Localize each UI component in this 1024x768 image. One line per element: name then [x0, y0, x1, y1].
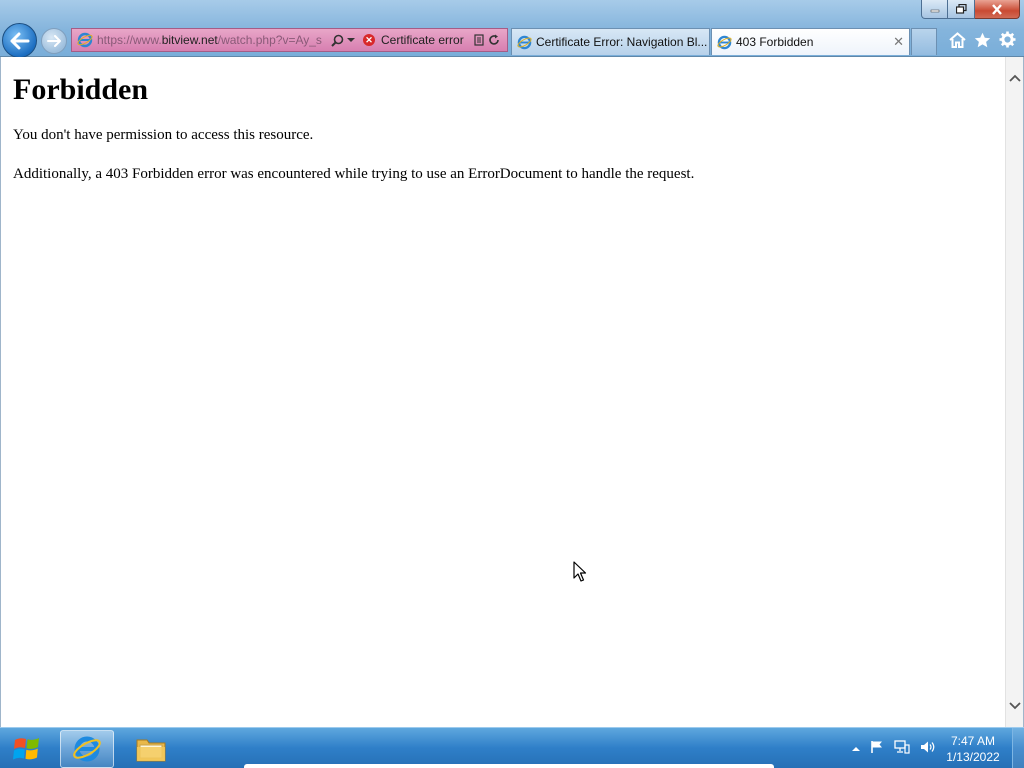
taskbar-file-explorer[interactable] [124, 730, 178, 768]
ie-page-icon [77, 32, 93, 48]
folder-icon [136, 739, 166, 762]
tab-label: Certificate Error: Navigation Bl... [536, 35, 708, 49]
address-url[interactable]: https://www.bitview.net/watch.php?v=Ay_s [97, 33, 327, 47]
address-actions [331, 34, 355, 47]
minimize-icon [930, 9, 939, 13]
system-clock[interactable]: 7:47 AM 1/13/2022 [942, 733, 1004, 765]
scroll-down-icon[interactable] [1009, 699, 1021, 711]
tools-button[interactable] [999, 31, 1016, 48]
taskbar-thumbnail-edge [244, 764, 774, 768]
url-domain: bitview.net [161, 33, 218, 47]
notification-area [852, 740, 936, 757]
home-button[interactable] [949, 31, 966, 48]
windows-logo-icon [13, 738, 39, 760]
new-tab-button[interactable] [911, 28, 937, 55]
action-center-button[interactable] [870, 740, 884, 757]
taskbar-internet-explorer[interactable] [60, 730, 114, 768]
address-tools [474, 34, 500, 46]
chevron-up-icon [852, 747, 860, 751]
tab-403-forbidden[interactable]: 403 Forbidden ✕ [711, 28, 910, 55]
show-hidden-icons-button[interactable] [852, 742, 860, 755]
url-prefix: https://www. [97, 33, 162, 47]
forward-button[interactable] [41, 28, 67, 54]
volume-button[interactable] [920, 740, 936, 757]
star-icon [974, 32, 991, 47]
network-button[interactable] [894, 740, 910, 757]
start-button[interactable] [4, 730, 50, 768]
command-icons [949, 31, 1016, 48]
flag-icon [871, 741, 882, 753]
certificate-error-button[interactable]: ✕ Certificate error [363, 33, 464, 47]
chevron-down-icon[interactable] [347, 37, 355, 43]
refresh-icon[interactable] [488, 34, 500, 46]
forward-arrow-icon [47, 35, 61, 47]
tab-label: 403 Forbidden [736, 35, 814, 49]
home-icon [949, 31, 966, 48]
window-controls [921, 0, 1020, 20]
address-bar[interactable]: https://www.bitview.net/watch.php?v=Ay_s… [71, 28, 508, 52]
taskbar: 7:47 AM 1/13/2022 [0, 727, 1024, 768]
mouse-cursor-icon [573, 561, 587, 582]
clock-time: 7:47 AM [950, 734, 996, 748]
url-path: /watch.php?v=Ay_s [217, 33, 322, 47]
page-viewport: Forbidden You don't have permission to a… [0, 57, 1024, 727]
back-button[interactable] [2, 23, 37, 58]
page-heading: Forbidden [13, 73, 149, 106]
restore-icon [955, 4, 967, 14]
minimize-button[interactable] [921, 0, 948, 19]
close-window-button[interactable] [975, 0, 1020, 19]
close-icon [992, 3, 1002, 15]
ie-tab-icon [717, 35, 732, 49]
ie-tab-icon [517, 35, 532, 49]
browser-toolbar: https://www.bitview.net/watch.php?v=Ay_s… [0, 0, 1024, 58]
gear-icon [999, 31, 1016, 48]
certificate-error-label: Certificate error [381, 33, 464, 47]
back-arrow-icon [10, 32, 29, 49]
tab-certificate-error[interactable]: Certificate Error: Navigation Bl... [511, 28, 710, 55]
tab-close-icon[interactable]: ✕ [893, 34, 904, 50]
vertical-scrollbar[interactable] [1005, 57, 1023, 727]
scroll-up-icon[interactable] [1009, 73, 1021, 85]
clock-date: 1/13/2022 [946, 750, 1000, 764]
error-document-message: Additionally, a 403 Forbidden error was … [13, 166, 695, 182]
speaker-icon [921, 741, 935, 753]
show-desktop-button[interactable] [1012, 728, 1024, 768]
compatibility-view-icon[interactable] [474, 34, 485, 46]
search-icon[interactable] [331, 34, 344, 47]
restore-button[interactable] [948, 0, 975, 19]
internet-explorer-icon [73, 736, 101, 762]
favorites-button[interactable] [974, 31, 991, 48]
page-content: Forbidden You don't have permission to a… [13, 73, 993, 205]
network-icon [894, 740, 910, 754]
permission-message: You don't have permission to access this… [13, 127, 314, 143]
error-x-icon: ✕ [363, 34, 375, 46]
